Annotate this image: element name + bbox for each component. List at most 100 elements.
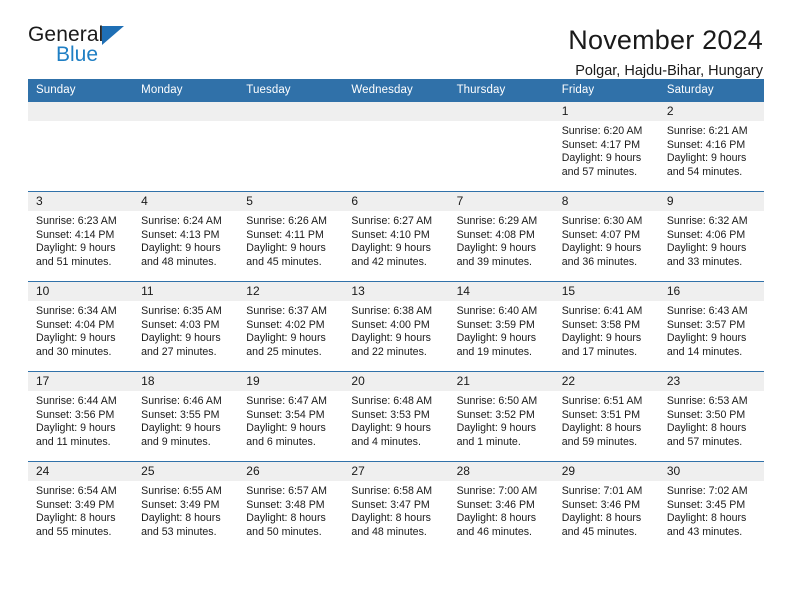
- day-number: 7: [448, 192, 554, 211]
- calendar-day-cell[interactable]: 10 Sunrise: 6:34 AM Sunset: 4:04 PM Dayligh…: [28, 281, 134, 372]
- sunrise-text: Sunrise: 6:32 AM: [666, 215, 748, 227]
- sunrise-text: Sunrise: 6:23 AM: [36, 215, 117, 227]
- calendar-day-cell[interactable]: 17 Sunrise: 6:44 AM Sunset: 3:56 PM Dayligh…: [28, 371, 134, 462]
- calendar-day-cell[interactable]: 19 Sunrise: 6:47 AM Sunset: 3:54 PM Dayligh…: [238, 371, 344, 462]
- sunrise-text: Sunrise: 6:41 AM: [561, 305, 643, 317]
- calendar-day-cell[interactable]: 9 Sunrise: 6:32 AM Sunset: 4:06 PM Daylight…: [658, 191, 764, 282]
- calendar-day-cell[interactable]: 27 Sunrise: 6:58 AM Sunset: 3:47 PM Dayligh…: [343, 461, 449, 552]
- day-details: Sunrise: 7:02 AM Sunset: 3:45 PM Daylight:…: [659, 481, 764, 539]
- calendar-table: Sunday Monday Tuesday Wednesday Thursday…: [28, 79, 764, 552]
- daylight-text: Daylight: 8 hours and 43 minutes.: [666, 512, 747, 538]
- calendar-day-cell[interactable]: 22 Sunrise: 6:51 AM Sunset: 3:51 PM Dayligh…: [553, 371, 659, 462]
- sunrise-text: Sunrise: 6:20 AM: [561, 125, 643, 137]
- sunrise-text: Sunrise: 6:27 AM: [351, 215, 433, 227]
- page-subtitle: Polgar, Hajdu-Bihar, Hungary: [575, 63, 763, 79]
- sunset-text: Sunset: 4:14 PM: [36, 228, 115, 241]
- sunrise-text: Sunrise: 6:58 AM: [351, 485, 433, 497]
- calendar-day-cell[interactable]: 7 Sunrise: 6:29 AM Sunset: 4:08 PM Daylight…: [448, 191, 554, 282]
- calendar-week-row: 1 Sunrise: 6:20 AM Sunset: 4:17 PM Daylight…: [28, 101, 764, 192]
- day-number: 17: [28, 372, 134, 391]
- calendar-day-cell[interactable]: 12 Sunrise: 6:37 AM Sunset: 4:02 PM Dayligh…: [238, 281, 344, 372]
- calendar-day-cell[interactable]: 28 Sunrise: 7:00 AM Sunset: 3:46 PM Dayligh…: [448, 461, 554, 552]
- day-details: Sunrise: 6:58 AM Sunset: 3:47 PM Daylight:…: [343, 481, 448, 539]
- day-details: Sunrise: 6:55 AM Sunset: 3:49 PM Daylight:…: [133, 481, 238, 539]
- weekday-header-wednesday: Wednesday: [343, 79, 449, 102]
- day-number: 20: [343, 372, 449, 391]
- sunset-text: Sunset: 3:58 PM: [561, 318, 641, 331]
- day-number: 2: [658, 102, 764, 121]
- day-details: Sunrise: 7:00 AM Sunset: 3:46 PM Daylight:…: [449, 481, 554, 539]
- sunrise-text: Sunrise: 7:01 AM: [561, 485, 643, 497]
- daylight-text: Daylight: 9 hours and 14 minutes.: [666, 332, 747, 358]
- weekday-header-row: Sunday Monday Tuesday Wednesday Thursday…: [28, 79, 764, 102]
- calendar-day-cell[interactable]: 2 Sunrise: 6:21 AM Sunset: 4:16 PM Daylight…: [658, 101, 764, 192]
- calendar-day-cell[interactable]: 16 Sunrise: 6:43 AM Sunset: 3:57 PM Dayligh…: [658, 281, 764, 372]
- day-details: Sunrise: 6:27 AM Sunset: 4:10 PM Daylight:…: [343, 211, 448, 269]
- daylight-text: Daylight: 9 hours and 22 minutes.: [351, 332, 431, 358]
- sunrise-text: Sunrise: 6:34 AM: [36, 305, 117, 317]
- calendar-day-cell[interactable]: 20 Sunrise: 6:48 AM Sunset: 3:53 PM Dayligh…: [343, 371, 449, 462]
- day-number: 16: [658, 282, 764, 301]
- day-number: [238, 102, 344, 121]
- day-details: Sunrise: 6:29 AM Sunset: 4:08 PM Daylight:…: [449, 211, 554, 269]
- calendar-day-cell[interactable]: 24 Sunrise: 6:54 AM Sunset: 3:49 PM Dayligh…: [28, 461, 134, 552]
- day-number: 29: [553, 462, 659, 481]
- day-number: 6: [343, 192, 449, 211]
- calendar-day-cell[interactable]: 1 Sunrise: 6:20 AM Sunset: 4:17 PM Daylight…: [553, 101, 659, 192]
- sunset-text: Sunset: 4:00 PM: [351, 318, 430, 331]
- day-number: 13: [343, 282, 449, 301]
- daylight-text: Daylight: 9 hours and 1 minute.: [456, 422, 537, 448]
- daylight-text: Daylight: 9 hours and 33 minutes.: [666, 242, 747, 268]
- day-details: Sunrise: 6:57 AM Sunset: 3:48 PM Daylight:…: [238, 481, 343, 539]
- calendar-day-cell[interactable]: 11 Sunrise: 6:35 AM Sunset: 4:03 PM Dayligh…: [133, 281, 239, 372]
- calendar-day-cell[interactable]: 15 Sunrise: 6:41 AM Sunset: 3:58 PM Dayligh…: [553, 281, 659, 372]
- page-title: November 2024: [568, 25, 763, 55]
- weekday-header-thursday: Thursday: [448, 79, 554, 102]
- calendar-day-cell[interactable]: 4 Sunrise: 6:24 AM Sunset: 4:13 PM Daylight…: [133, 191, 239, 282]
- sunrise-text: Sunrise: 6:54 AM: [36, 485, 117, 497]
- daylight-text: Daylight: 9 hours and 45 minutes.: [246, 242, 326, 268]
- calendar-day-cell[interactable]: 3 Sunrise: 6:23 AM Sunset: 4:14 PM Daylight…: [28, 191, 134, 282]
- daylight-text: Daylight: 9 hours and 17 minutes.: [561, 332, 642, 358]
- calendar-day-cell[interactable]: 23 Sunrise: 6:53 AM Sunset: 3:50 PM Dayligh…: [658, 371, 764, 462]
- day-details: Sunrise: 6:23 AM Sunset: 4:14 PM Daylight:…: [28, 211, 133, 269]
- sunrise-text: Sunrise: 6:24 AM: [141, 215, 222, 227]
- sunset-text: Sunset: 4:13 PM: [141, 228, 220, 241]
- sunrise-text: Sunrise: 6:38 AM: [351, 305, 433, 317]
- day-details: Sunrise: 6:38 AM Sunset: 4:00 PM Daylight:…: [343, 301, 448, 359]
- calendar-day-cell[interactable]: 26 Sunrise: 6:57 AM Sunset: 3:48 PM Dayligh…: [238, 461, 344, 552]
- sunset-text: Sunset: 4:03 PM: [141, 318, 220, 331]
- day-number: 28: [448, 462, 554, 481]
- calendar-day-cell[interactable]: 21 Sunrise: 6:50 AM Sunset: 3:52 PM Dayligh…: [448, 371, 554, 462]
- calendar-day-cell[interactable]: 5 Sunrise: 6:26 AM Sunset: 4:11 PM Daylight…: [238, 191, 344, 282]
- calendar-day-cell[interactable]: 30 Sunrise: 7:02 AM Sunset: 3:45 PM Dayligh…: [658, 461, 764, 552]
- calendar-day-cell[interactable]: 6 Sunrise: 6:27 AM Sunset: 4:10 PM Daylight…: [343, 191, 449, 282]
- sunrise-text: Sunrise: 6:47 AM: [246, 395, 327, 407]
- daylight-text: Daylight: 9 hours and 19 minutes.: [456, 332, 537, 358]
- sunset-text: Sunset: 3:46 PM: [561, 498, 641, 511]
- sunrise-text: Sunrise: 6:48 AM: [351, 395, 433, 407]
- calendar-day-cell[interactable]: 18 Sunrise: 6:46 AM Sunset: 3:55 PM Dayligh…: [133, 371, 239, 462]
- calendar-day-cell[interactable]: 13 Sunrise: 6:38 AM Sunset: 4:00 PM Dayligh…: [343, 281, 449, 372]
- calendar-day-cell[interactable]: 8 Sunrise: 6:30 AM Sunset: 4:07 PM Daylight…: [553, 191, 659, 282]
- day-number: 24: [28, 462, 134, 481]
- daylight-text: Daylight: 9 hours and 36 minutes.: [561, 242, 642, 268]
- calendar-day-cell[interactable]: 25 Sunrise: 6:55 AM Sunset: 3:49 PM Dayligh…: [133, 461, 239, 552]
- day-number: 12: [238, 282, 344, 301]
- generalblue-logo[interactable]: General Blue: [28, 24, 148, 72]
- day-number: 18: [133, 372, 239, 391]
- sunrise-text: Sunrise: 6:57 AM: [246, 485, 327, 497]
- day-details: Sunrise: 7:01 AM Sunset: 3:46 PM Daylight:…: [554, 481, 659, 539]
- daylight-text: Daylight: 9 hours and 25 minutes.: [246, 332, 326, 358]
- calendar-week-row: 17 Sunrise: 6:44 AM Sunset: 3:56 PM Dayligh…: [28, 371, 764, 462]
- sunset-text: Sunset: 4:06 PM: [666, 228, 746, 241]
- sunrise-text: Sunrise: 6:44 AM: [36, 395, 117, 407]
- daylight-text: Daylight: 9 hours and 39 minutes.: [456, 242, 537, 268]
- sunset-text: Sunset: 3:56 PM: [36, 408, 115, 421]
- calendar-day-cell[interactable]: 14 Sunrise: 6:40 AM Sunset: 3:59 PM Dayligh…: [448, 281, 554, 372]
- day-details: Sunrise: 6:53 AM Sunset: 3:50 PM Daylight:…: [659, 391, 764, 449]
- sunset-text: Sunset: 3:52 PM: [456, 408, 535, 421]
- daylight-text: Daylight: 9 hours and 27 minutes.: [141, 332, 221, 358]
- day-details: Sunrise: 6:41 AM Sunset: 3:58 PM Daylight:…: [554, 301, 659, 359]
- calendar-day-cell[interactable]: 29 Sunrise: 7:01 AM Sunset: 3:46 PM Dayligh…: [553, 461, 659, 552]
